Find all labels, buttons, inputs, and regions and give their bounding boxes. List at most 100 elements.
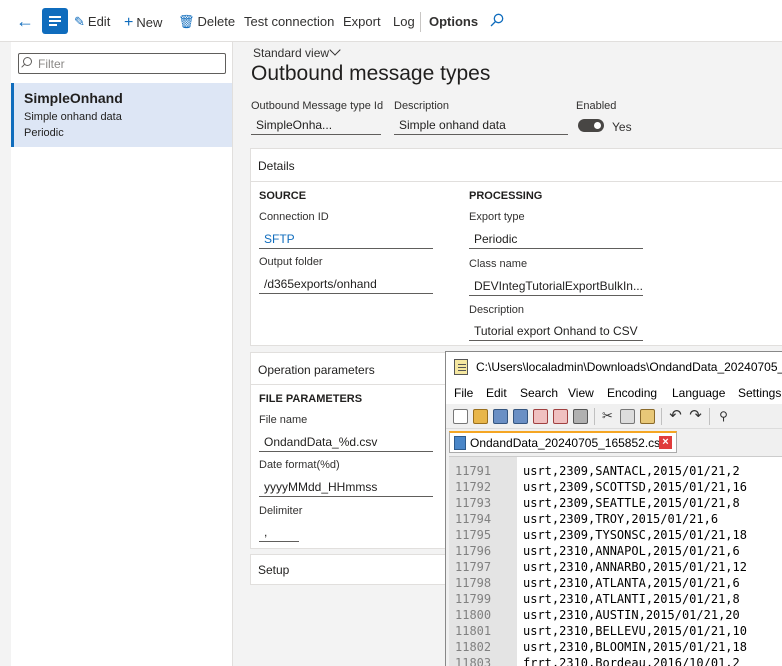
line-number: 11802 (455, 640, 492, 654)
notepad-app-icon (454, 359, 468, 375)
search-icon[interactable] (490, 13, 504, 27)
id-field[interactable]: SimpleOnha... (251, 115, 381, 135)
hamburger-menu-icon[interactable] (42, 8, 68, 34)
export-type-field[interactable]: Periodic (469, 229, 643, 249)
toolbar-divider (594, 408, 595, 425)
editor-line[interactable]: 11795 usrt,2309,TYSONSC,2015/01/21,18 (449, 527, 782, 543)
source-heading: SOURCE (259, 190, 307, 202)
list-item-title: SimpleOnhand (24, 90, 123, 106)
line-text: usrt,2310,AUSTIN,2015/01/21,20 (523, 608, 740, 622)
action-pane: ← ✎ Edit + New 🗑 Delete Test connection Exp… (0, 0, 782, 42)
paste-icon[interactable] (640, 409, 655, 424)
line-text: frrt,2310,Bordeau,2016/10/01,2 (523, 656, 740, 666)
file-name-field[interactable]: OndandData_%d.csv (259, 432, 433, 452)
redo-icon[interactable]: ↷ (688, 408, 703, 424)
date-format-label: Date format(%d) (259, 459, 340, 471)
line-text: usrt,2310,BLOOMIN,2015/01/21,18 (523, 640, 747, 654)
delimiter-field[interactable]: , (259, 522, 299, 542)
details-heading[interactable]: Details (258, 159, 295, 173)
print-icon[interactable] (573, 409, 588, 424)
editor-line[interactable]: 11792 usrt,2309,SCOTTSD,2015/01/21,16 (449, 479, 782, 495)
setup-heading[interactable]: Setup (258, 563, 289, 577)
editor-line[interactable]: 11791 usrt,2309,SANTACL,2015/01/21,2 (449, 463, 782, 479)
notepad-title-bar[interactable]: C:\Users\localadmin\Downloads\OndandData… (446, 352, 782, 383)
output-folder-label: Output folder (259, 256, 323, 268)
editor-line[interactable]: 11800 usrt,2310,AUSTIN,2015/01/21,20 (449, 607, 782, 623)
toolbar-divider (709, 408, 710, 425)
line-number: 11791 (455, 464, 492, 478)
test-connection-button[interactable]: Test connection (244, 14, 334, 29)
search-icon (23, 57, 32, 66)
notepad-title: C:\Users\localadmin\Downloads\OndandData… (476, 360, 782, 374)
toolbar-divider (420, 12, 421, 32)
menu-encoding[interactable]: Encoding (607, 386, 657, 400)
new-file-icon[interactable] (453, 409, 468, 424)
connection-id-field[interactable]: SFTP (259, 229, 433, 249)
save-icon[interactable] (493, 409, 508, 424)
edit-button[interactable]: ✎ Edit (74, 14, 110, 30)
close-icon[interactable]: × (659, 436, 672, 449)
page-title: Outbound message types (251, 62, 491, 85)
open-folder-icon[interactable] (473, 409, 488, 424)
arrow-left-icon[interactable]: ← (16, 12, 36, 32)
output-folder-field[interactable]: /d365exports/onhand (259, 274, 433, 294)
notepad-toolbar: ✂ ↶ ↷ ⚲ (446, 404, 782, 429)
details-card: Details SOURCE Connection ID SFTP Output… (250, 148, 782, 346)
operation-parameters-heading[interactable]: Operation parameters (258, 363, 375, 377)
log-button[interactable]: Log (393, 14, 415, 29)
copy-icon[interactable] (620, 409, 635, 424)
undo-icon[interactable]: ↶ (668, 408, 683, 424)
line-text: usrt,2310,BELLEVU,2015/01/21,10 (523, 624, 747, 638)
editor-line[interactable]: 11801 usrt,2310,BELLEVU,2015/01/21,10 (449, 623, 782, 639)
date-format-field[interactable]: yyyyMMdd_HHmmss (259, 477, 433, 497)
line-text: usrt,2309,SEATTLE,2015/01/21,8 (523, 496, 740, 510)
menu-edit[interactable]: Edit (486, 386, 507, 400)
menu-file[interactable]: File (454, 386, 473, 400)
editor-line[interactable]: 11794 usrt,2309,TROY,2015/01/21,6 (449, 511, 782, 527)
line-number: 11803 (455, 656, 492, 666)
plus-icon: + (124, 14, 134, 31)
export-button[interactable]: Export (343, 14, 381, 29)
processing-description-field[interactable]: Tutorial export Onhand to CSV (469, 321, 643, 341)
list-item[interactable]: SimpleOnhand Simple onhand data Periodic (11, 83, 232, 147)
editor-line[interactable]: 11797 usrt,2310,ANNARBO,2015/01/21,12 (449, 559, 782, 575)
cut-icon[interactable]: ✂ (600, 409, 615, 424)
line-number: 11800 (455, 608, 492, 622)
editor-line[interactable]: 11802 usrt,2310,BLOOMIN,2015/01/21,18 (449, 639, 782, 655)
chevron-down-icon[interactable] (329, 44, 341, 56)
find-icon[interactable]: ⚲ (716, 409, 731, 424)
close-all-icon[interactable] (553, 409, 568, 424)
editor-line[interactable]: 11799 usrt,2310,ATLANTI,2015/01/21,8 (449, 591, 782, 607)
notepad-file-tab[interactable]: OndandData_20240705_165852.csv × (449, 431, 677, 453)
filter-placeholder: Filter (38, 57, 65, 71)
enabled-label: Enabled (576, 100, 617, 112)
trash-icon: 🗑 (178, 14, 195, 29)
filter-input[interactable]: Filter (18, 53, 226, 74)
description-field[interactable]: Simple onhand data (394, 115, 568, 135)
notepad-editor[interactable]: 11791 usrt,2309,SANTACL,2015/01/21,2 11792… (449, 456, 782, 666)
menu-search[interactable]: Search (520, 386, 558, 400)
options-button[interactable]: Options (429, 14, 478, 29)
editor-line[interactable]: 11798 usrt,2310,ATLANTA,2015/01/21,6 (449, 575, 782, 591)
editor-line[interactable]: 11803 frrt,2310,Bordeau,2016/10/01,2 (449, 655, 782, 666)
editor-line[interactable]: 11796 usrt,2310,ANNAPOL,2015/01/21,6 (449, 543, 782, 559)
line-number: 11799 (455, 592, 492, 606)
new-button[interactable]: + New (124, 14, 162, 32)
file-parameters-heading: FILE PARAMETERS (259, 393, 363, 405)
close-file-icon[interactable] (533, 409, 548, 424)
line-number: 11797 (455, 560, 492, 574)
menu-settings[interactable]: Settings (738, 386, 781, 400)
save-all-icon[interactable] (513, 409, 528, 424)
editor-line[interactable]: 11793 usrt,2309,SEATTLE,2015/01/21,8 (449, 495, 782, 511)
toolbar-divider (661, 408, 662, 425)
line-text: usrt,2309,TYSONSC,2015/01/21,18 (523, 528, 747, 542)
menu-language[interactable]: Language (672, 386, 725, 400)
delete-button[interactable]: 🗑 Delete (178, 14, 235, 30)
class-name-field[interactable]: DEVIntegTutorialExportBulkIn... (469, 276, 643, 296)
enabled-toggle[interactable] (578, 119, 604, 132)
list-item-description: Simple onhand data (24, 111, 122, 123)
line-text: usrt,2310,ANNARBO,2015/01/21,12 (523, 560, 747, 574)
menu-view[interactable]: View (568, 386, 594, 400)
list-item-type: Periodic (24, 127, 64, 139)
view-selector[interactable]: Standard view (253, 46, 329, 60)
